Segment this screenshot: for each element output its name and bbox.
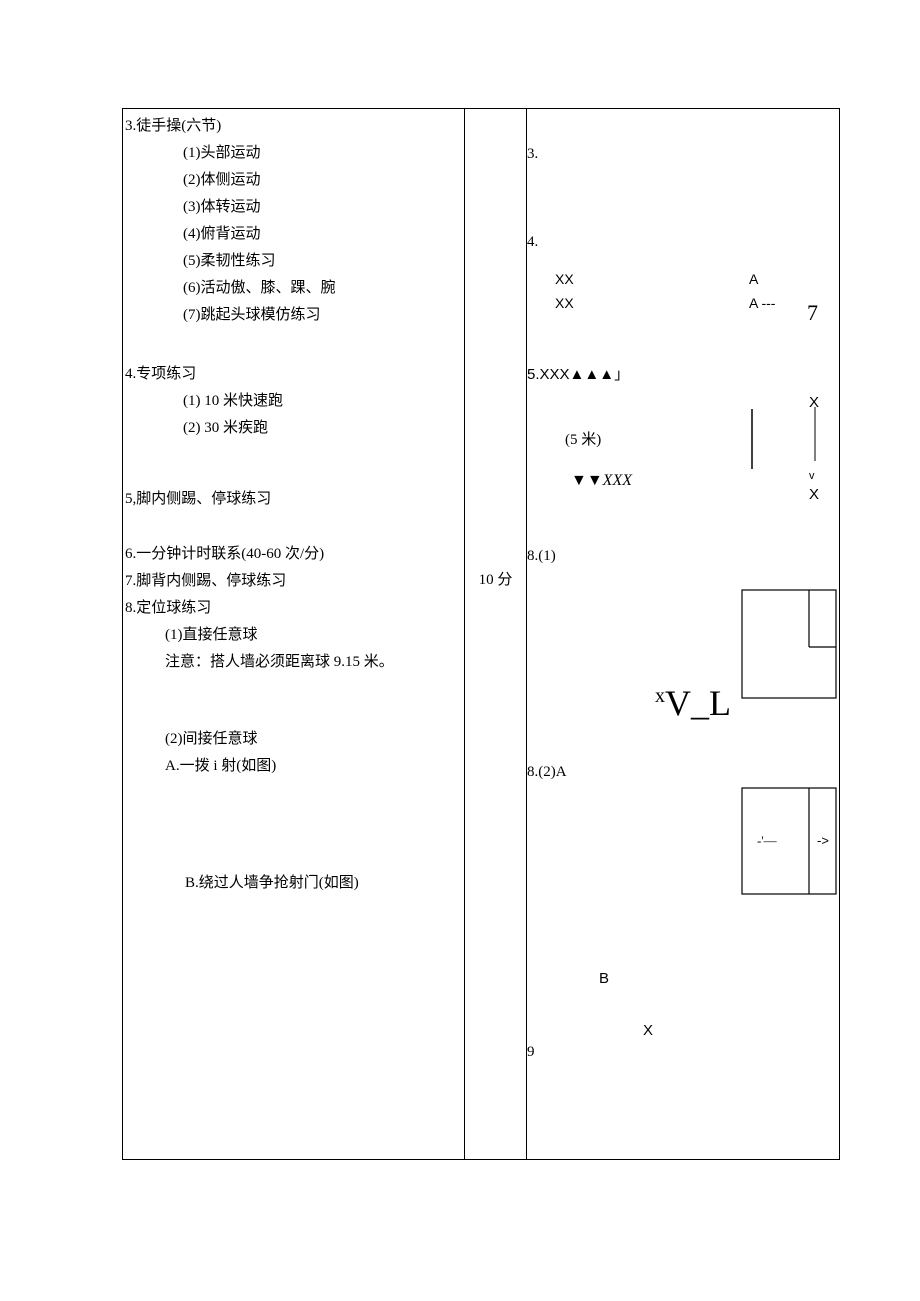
section-4-item-2: (2) 30 米疾跑 (125, 415, 458, 442)
number-7: 7 (807, 293, 818, 333)
xxx-italic: XXX (603, 472, 632, 489)
section-8-title: 8.定位球练习 (125, 595, 458, 622)
marker-4: 4. (527, 229, 538, 256)
section-3-item-5: (5)柔韧性练习 (125, 248, 458, 275)
section-8-sub2: (2)间接任意球 (125, 726, 458, 753)
section-7: 7.脚背内侧踢、停球练习 (125, 568, 458, 595)
section-8-sub1: (1)直接任意球 (125, 622, 458, 649)
diagram-x-label: X (643, 1017, 653, 1044)
lesson-table: 3.徒手操(六节) (1)头部运动 (2)体侧运动 (3)体转运动 (4)俯背运… (122, 108, 840, 1160)
marker-9: 9 (527, 1039, 535, 1066)
formation-xx-2: XX (555, 291, 574, 316)
triangles-down: ▼▼XXX (571, 467, 632, 496)
vertical-arrow (808, 407, 822, 471)
content-column: 3.徒手操(六节) (1)头部运动 (2)体侧运动 (3)体转运动 (4)俯背运… (123, 109, 465, 1159)
section-3-item-3: (3)体转运动 (125, 194, 458, 221)
marker-5: 5.XXX▲▲▲」 (527, 361, 629, 389)
section-3-item-6: (6)活动傲、膝、踝、腕 (125, 275, 458, 302)
formation-a-1: A (749, 267, 758, 292)
duration-label: 10 分 (465, 567, 526, 594)
tri-glyphs: ▼▼ (571, 472, 603, 489)
section-8-b: B.绕过人墙争抢射门(如图) (125, 870, 458, 897)
diagram-b-label: B (599, 965, 609, 992)
distance-label: (5 米) (565, 427, 601, 454)
arrow-right: -> (817, 829, 829, 852)
xvl-sup: x (655, 685, 665, 707)
section-3: 3.徒手操(六节) (1)头部运动 (2)体侧运动 (3)体转运动 (4)俯背运… (125, 113, 458, 329)
diagram-column: 3. 4. XX A XX A --- 7 5.XXX▲▲▲」 X (5 米) … (527, 109, 839, 1159)
xvl-main: V_L (665, 683, 731, 723)
marker-5-text: 5.XXX▲▲▲」 (527, 366, 629, 383)
section-6: 6.一分钟计时联系(40-60 次/分) (125, 541, 458, 568)
section-3-item-4: (4)俯背运动 (125, 221, 458, 248)
section-3-item-7: (7)跳起头球模仿练习 (125, 302, 458, 329)
marker-3: 3. (527, 141, 538, 168)
section-3-item-1: (1)头部运动 (125, 140, 458, 167)
time-column: 10 分 (465, 109, 527, 1159)
section-3-item-2: (2)体侧运动 (125, 167, 458, 194)
section-5: 5,脚内侧踢、停球练习 (125, 486, 458, 513)
section-4-title: 4.专项练习 (125, 361, 458, 388)
section-4: 4.专项练习 (1) 10 米快速跑 (2) 30 米疾跑 (125, 361, 458, 442)
section-4-item-1: (1) 10 米快速跑 (125, 388, 458, 415)
section-3-title: 3.徒手操(六节) (125, 113, 458, 140)
marker-8-1: 8.(1) (527, 543, 556, 570)
goal-diagram-1 (741, 589, 837, 699)
marker-8-2a: 8.(2)A (527, 759, 567, 786)
xvl-label: xV_L (655, 671, 731, 736)
section-8-note: 注意：搭人墙必须距离球 9.15 米。 (125, 649, 458, 676)
formation-a-2: A --- (749, 291, 775, 316)
formation-xx-1: XX (555, 267, 574, 292)
vertical-bar-1 (749, 409, 757, 469)
dash-left: -'— (757, 829, 777, 852)
x-bottom: X (809, 481, 819, 508)
document-page: 3.徒手操(六节) (1)头部运动 (2)体侧运动 (3)体转运动 (4)俯背运… (0, 0, 920, 1301)
section-8-a: A.一拨 i 射(如图) (125, 753, 458, 780)
